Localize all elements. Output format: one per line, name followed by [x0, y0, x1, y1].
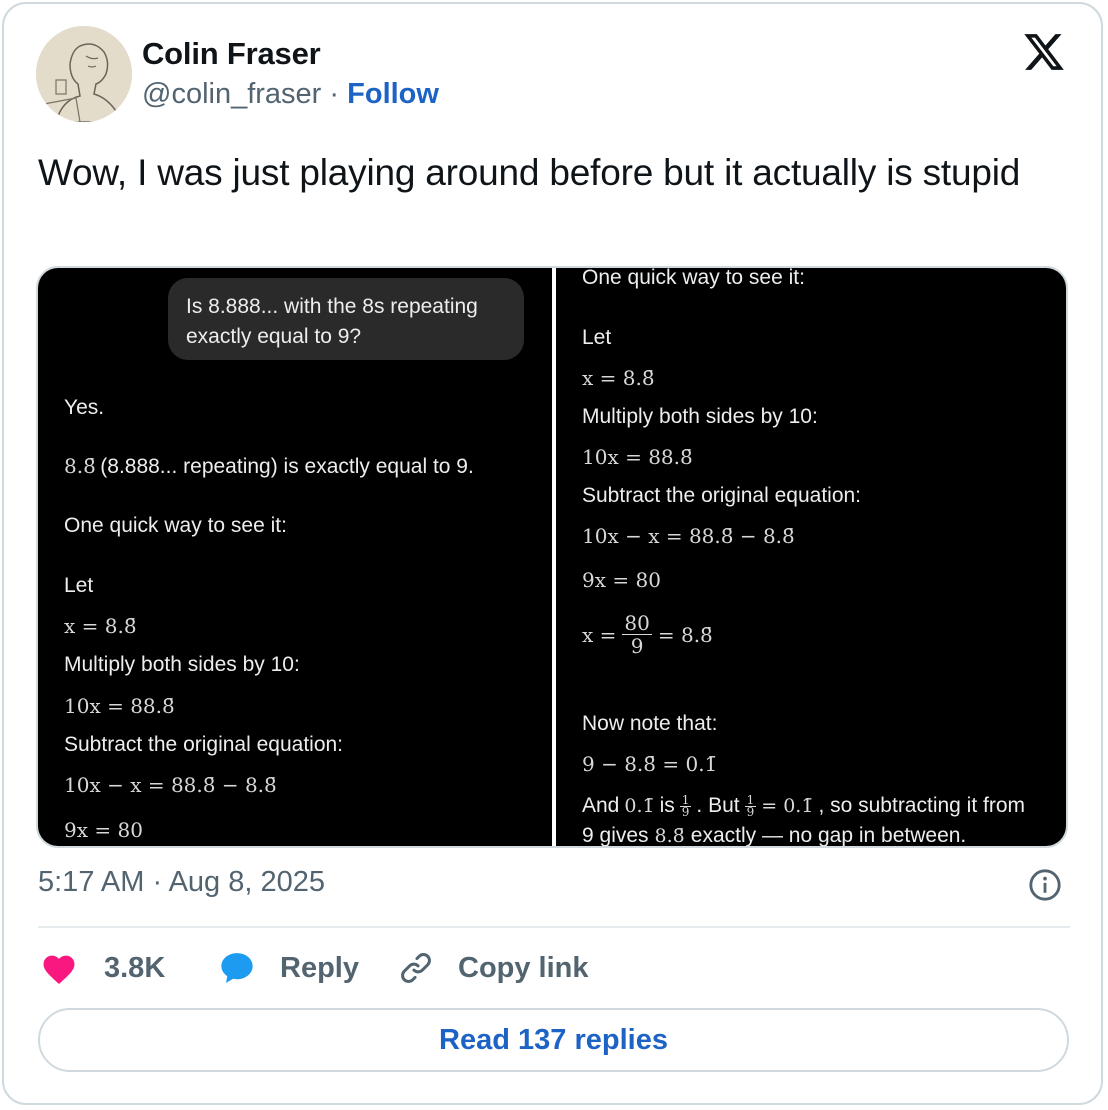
- equation-5-lhs: x =: [582, 622, 617, 647]
- equation-4: 9x = 80: [64, 818, 143, 842]
- math-0-1-repeat: 0.1̄: [624, 795, 655, 817]
- media-image-left[interactable]: Is 8.888... with the 8s repeating exactl…: [38, 268, 552, 846]
- user-question-bubble: Is 8.888... with the 8s repeating exactl…: [168, 278, 524, 360]
- author-handle[interactable]: @colin_fraser: [142, 78, 321, 110]
- copy-link-label: Copy link: [458, 951, 589, 984]
- separator-dot: ·: [329, 78, 340, 110]
- avatar[interactable]: [36, 26, 132, 122]
- tweet-text: Wow, I was just playing around before bu…: [38, 152, 1021, 193]
- equation-1: x = 8.8̄: [582, 366, 655, 390]
- equation-5: x = 80 9 = 8.8̄: [582, 612, 713, 657]
- info-icon[interactable]: [1028, 868, 1062, 902]
- copy-link-button[interactable]: Copy link: [398, 946, 589, 990]
- subtract-text: Subtract the original equation:: [582, 484, 862, 507]
- tweet-timestamp[interactable]: 5:17 AM · Aug 8, 2025: [38, 866, 325, 899]
- equation-6: 9 − 8.8̄ = 0.1̄: [582, 752, 718, 776]
- divider: [38, 926, 1070, 928]
- note-text: Now note that:: [582, 712, 718, 735]
- tweet-media[interactable]: Is 8.888... with the 8s repeating exactl…: [36, 266, 1068, 848]
- fraction-80-9: 80 9: [622, 611, 652, 658]
- fraction-denominator: 9: [681, 804, 690, 819]
- read-replies-button[interactable]: Read 137 replies: [38, 1008, 1069, 1072]
- multiply-text: Multiply both sides by 10:: [64, 653, 300, 676]
- reply-button[interactable]: Reply: [218, 946, 359, 990]
- and-word: And: [582, 794, 620, 817]
- author-handle-row: @colin_fraser · Follow: [142, 78, 439, 111]
- subtract-text: Subtract the original equation:: [64, 733, 344, 756]
- is-word: is: [659, 794, 675, 817]
- follow-button[interactable]: Follow: [347, 78, 439, 110]
- equation-4: 9x = 80: [582, 568, 661, 592]
- answer-yes: Yes.: [64, 396, 105, 419]
- like-count: 3.8K: [104, 951, 166, 984]
- math-equals-0-1-repeat: = 0.1̄: [761, 795, 814, 817]
- multiply-text: Multiply both sides by 10:: [582, 405, 818, 428]
- fraction-1-9-b: 1 9: [744, 794, 757, 819]
- equation-2: 10x = 88.8̄: [64, 694, 175, 718]
- let-text: Let: [582, 326, 612, 349]
- equation-3: 10x − x = 88.8̄ − 8.8̄: [64, 773, 277, 797]
- gives-text: 9 gives: [582, 824, 649, 846]
- fraction-denominator: 9: [630, 634, 644, 658]
- equation-1: x = 8.8̄: [64, 614, 137, 638]
- equation-2: 10x = 88.8̄: [582, 445, 693, 469]
- x-logo-icon[interactable]: [1021, 30, 1067, 74]
- explanation-line-1: And 0.1̄ is 1 9 . But 1 9 = 0.1̄ , so su…: [582, 794, 1025, 818]
- fraction-numerator: 80: [622, 611, 652, 635]
- claim-text: (8.888... repeating) is exactly equal to…: [100, 455, 474, 478]
- heart-icon: [43, 955, 75, 984]
- claim-math: 8.8̄: [64, 454, 96, 478]
- reply-label: Reply: [280, 951, 359, 984]
- speech-bubble-icon: [221, 953, 253, 983]
- math-8-8-repeat: 8.8̄: [654, 825, 685, 846]
- equation-3: 10x − x = 88.8̄ − 8.8̄: [582, 524, 795, 548]
- let-text: Let: [64, 574, 94, 597]
- link-icon: [401, 953, 431, 983]
- exactly-text: exactly — no gap in between.: [690, 824, 967, 846]
- equation-5-rhs: = 8.8̄: [657, 622, 713, 647]
- answer-claim: 8.8̄ (8.888... repeating) is exactly equ…: [64, 454, 474, 479]
- but-word: . But: [696, 794, 740, 817]
- subtracting-text: , so subtracting it from: [818, 794, 1026, 817]
- author-name[interactable]: Colin Fraser: [142, 36, 321, 72]
- explanation-line-2: 9 gives 8.8̄ exactly — no gap in between…: [582, 824, 966, 846]
- quick-way-text: One quick way to see it:: [582, 268, 805, 289]
- like-button[interactable]: 3.8K: [40, 946, 165, 990]
- media-image-right[interactable]: One quick way to see it: Let x = 8.8̄ Mu…: [556, 268, 1066, 846]
- fraction-denominator: 9: [746, 804, 755, 819]
- quick-way-text: One quick way to see it:: [64, 514, 287, 537]
- fraction-1-9: 1 9: [679, 794, 692, 819]
